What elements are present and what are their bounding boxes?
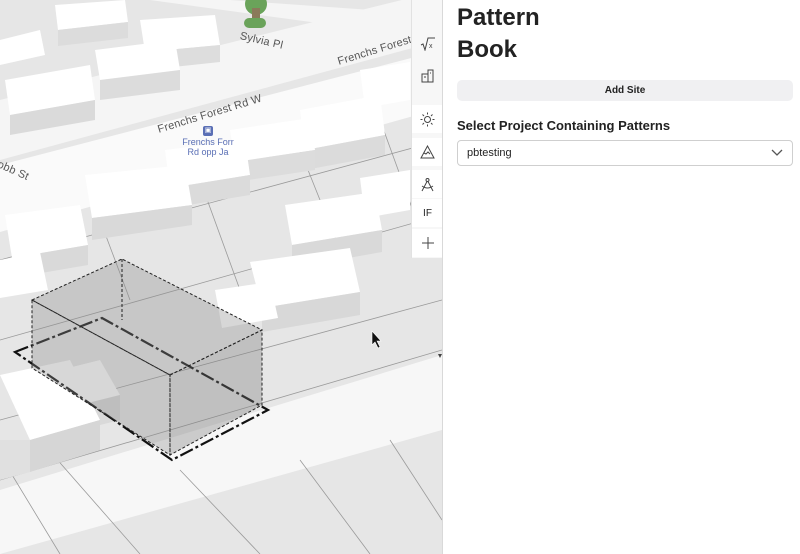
map-scene[interactable]: [0, 0, 442, 554]
pattern-book-panel: Pattern Book Add Site Select Project Con…: [443, 0, 800, 554]
bus-stop-icon[interactable]: ▣: [203, 126, 213, 136]
plus-icon: [421, 237, 434, 249]
page-title-line2: Book: [457, 36, 517, 63]
buildings-tool-button[interactable]: [412, 61, 442, 89]
add-site-button[interactable]: Add Site: [457, 80, 793, 101]
sqrt-x-icon: x: [420, 37, 435, 51]
mountain-icon: [420, 145, 435, 159]
compass-tool-button[interactable]: [412, 170, 442, 198]
sun-icon: [420, 112, 435, 126]
buildings-icon: [421, 69, 434, 82]
formula-tool-button[interactable]: x: [412, 30, 442, 58]
map-viewport[interactable]: Sylvia Pl Frenchs Forest Rd Frenchs Fore…: [0, 0, 442, 554]
svg-text:x: x: [429, 43, 433, 50]
project-select-value: pbtesting: [467, 147, 512, 159]
bus-stop-label: Frenchs Forr Rd opp Ja: [168, 137, 248, 157]
sun-tool-button[interactable]: [412, 105, 442, 133]
page-title-line1: Pattern: [457, 4, 540, 31]
bus-stop-label-line2: Rd opp Ja: [187, 147, 229, 157]
project-select[interactable]: pbtesting: [457, 140, 793, 166]
chevron-down-icon: [771, 149, 783, 156]
if-tool-button[interactable]: IF: [412, 199, 442, 227]
page-title: Pattern Book: [457, 2, 540, 66]
add-tool-button[interactable]: [412, 229, 442, 257]
project-select-label: Select Project Containing Patterns: [457, 118, 671, 133]
terrain-tool-button[interactable]: [412, 138, 442, 166]
bus-stop-label-line1: Frenchs Forr: [182, 137, 234, 147]
compass-icon: [421, 177, 434, 191]
map-toolbar: x IF: [411, 0, 442, 258]
